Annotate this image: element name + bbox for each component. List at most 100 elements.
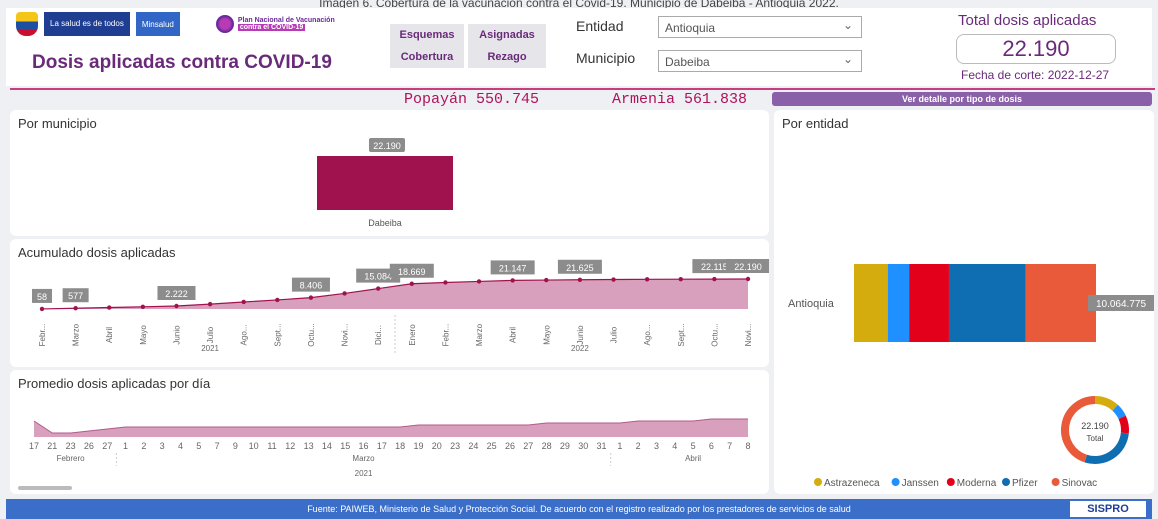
x-tick-label: 25 [487, 441, 497, 451]
chevron-down-icon: ⌄ [842, 52, 853, 66]
stacked-bar-segment [909, 264, 949, 342]
header: La salud es de todos Minsalud Plan Nacio… [6, 8, 1152, 86]
x-tick-label: 3 [654, 441, 659, 451]
x-tick-label: 8 [745, 441, 750, 451]
year-label: 2022 [571, 344, 589, 353]
cutoff-date: Fecha de corte: 2022-12-27 [961, 68, 1110, 82]
promedio-chart: 17 21 23 26 27 1 2 3 4 5 7 9 10 11 12 13 14 15 16 17 18 19 20 2… [18, 418, 751, 490]
data-label: 15.084 [364, 272, 392, 282]
stacked-bar-segment [854, 264, 888, 342]
area-fill [42, 279, 748, 309]
x-tick-label: Abril [509, 327, 518, 343]
data-point [611, 277, 616, 282]
donut-slice [1094, 396, 1118, 411]
data-point [644, 277, 650, 282]
divider [10, 88, 1155, 90]
x-tick-label: 28 [542, 441, 552, 451]
data-label: 10.064.775 [1096, 299, 1146, 310]
colombia-shield-icon [16, 12, 38, 36]
x-tick-label: 27 [523, 441, 533, 451]
data-label: 22.190 [373, 141, 401, 151]
x-tick-label: 7 [727, 441, 732, 451]
municipio-label: Municipio [576, 50, 636, 66]
x-tick-label: Novi... [744, 324, 753, 347]
donut-center-label: Total [1087, 434, 1104, 443]
x-tick-label: 24 [468, 441, 478, 451]
nav-asignadas-button[interactable]: Asignadas [468, 24, 546, 46]
data-point [443, 280, 448, 285]
total-value: 22.190 [956, 34, 1116, 64]
data-point [174, 303, 179, 309]
nav-esquemas-button[interactable]: Esquemas [390, 24, 464, 46]
x-tick-label: 17 [377, 441, 387, 451]
entidad-chart: Antioquia 10.064.775 22.190 Total Astrazenec… [788, 264, 1154, 489]
data-label: 577 [68, 291, 83, 301]
month-label: Marzo [352, 454, 375, 463]
detail-by-dose-button[interactable]: Ver detalle por tipo de dosis [772, 92, 1152, 106]
legend-dot [1002, 478, 1010, 486]
horizontal-scrollbar [18, 486, 72, 490]
municipio-select[interactable]: Dabeiba ⌄ [658, 50, 862, 72]
nav-cobertura-button[interactable]: Cobertura [390, 46, 464, 68]
virus-icon [215, 15, 234, 33]
x-tick-label: 4 [178, 441, 183, 451]
month-label: Abril [685, 454, 701, 463]
legend-label: Pfizer [1012, 478, 1038, 489]
x-tick-label: 9 [233, 441, 238, 451]
donut-slice [1118, 415, 1129, 434]
data-point [73, 306, 78, 311]
panel-por-entidad: Por entidad Antioquia 10.064.775 22.190 Tot… [774, 110, 1154, 494]
data-point [712, 276, 717, 282]
x-tick-label: 17 [29, 441, 39, 451]
month-label: Febrero [57, 454, 86, 463]
legend-label: Janssen [902, 478, 939, 489]
data-point [275, 297, 280, 303]
panel-acumulado: Acumulado dosis aplicadas 58 577 2.222 8.40… [10, 239, 769, 367]
y-tick-label: Antioquia [788, 298, 835, 310]
nav-rezago-button[interactable]: Rezago [468, 46, 546, 68]
x-tick-label: 11 [267, 441, 276, 451]
data-label: 2.222 [165, 289, 188, 299]
x-tick-label: 19 [413, 441, 423, 451]
municipio-bar [317, 156, 453, 210]
data-point [308, 295, 314, 300]
donut-center-value: 22.190 [1081, 421, 1109, 431]
sispro-logo: SISPRO [1070, 501, 1146, 517]
x-tick-label: 6 [709, 441, 714, 451]
legend-label: Sinovac [1062, 478, 1098, 489]
data-point [577, 277, 583, 282]
x-tick-label: 20 [432, 441, 442, 451]
x-tick-label: Octu... [307, 323, 316, 347]
x-tick-label: Dici... [374, 325, 383, 345]
x-tick-label: 3 [160, 441, 165, 451]
data-point [476, 279, 482, 284]
entidad-select[interactable]: Antioquia ⌄ [658, 16, 862, 38]
x-tick-label: 12 [285, 441, 295, 451]
x-tick-label: Junio [576, 325, 585, 345]
x-tick-label: 1 [617, 441, 622, 451]
x-tick-label: 21 [47, 441, 57, 451]
panel-promedio: Promedio dosis aplicadas por día 17 21 23 2… [10, 370, 769, 494]
x-tick-label: 5 [691, 441, 696, 451]
x-tick-label: Julio [610, 326, 619, 343]
data-point [207, 301, 213, 307]
data-point [544, 277, 549, 283]
panel-por-municipio: Por municipio 22.190 Dabeiba [10, 110, 769, 236]
legend-dot [814, 478, 822, 486]
x-tick-label: 26 [84, 441, 94, 451]
donut-slice [1112, 404, 1126, 420]
x-tick-label: 23 [450, 441, 460, 451]
x-tick-label: Mayo [139, 325, 148, 345]
data-point [342, 291, 347, 296]
data-point [241, 299, 246, 305]
x-tick-label: Sept... [273, 323, 282, 346]
x-tick-label: 30 [578, 441, 588, 451]
x-tick-label: 18 [395, 441, 405, 451]
x-tick-label: 15 [340, 441, 350, 451]
x-tick-label: 2 [636, 441, 641, 451]
x-tick-label: 1 [123, 441, 128, 451]
x-tick-label: Ago... [643, 325, 652, 346]
data-label: 21.625 [566, 263, 594, 273]
x-tick-label: Octu... [710, 323, 719, 347]
legend-label: Moderna [957, 478, 997, 489]
